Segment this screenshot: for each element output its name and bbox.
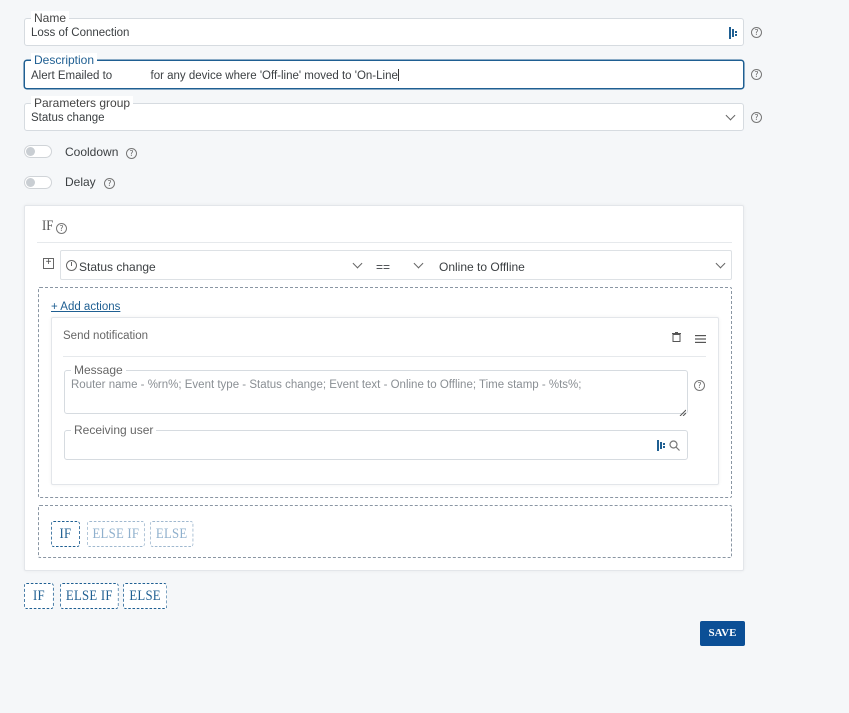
- chevron-down-icon: [352, 258, 363, 269]
- inner-else-if-button[interactable]: ELSE IF: [87, 521, 145, 547]
- parameters-group-help-icon[interactable]: ?: [751, 112, 762, 123]
- parameters-group-select[interactable]: Parameters group Status change: [24, 96, 744, 131]
- toggle-knob: [26, 147, 35, 156]
- actions-container: + Add actions Send notification Message …: [38, 287, 732, 498]
- operator-select[interactable]: ==: [376, 260, 390, 274]
- chevron-down-icon: [725, 110, 736, 121]
- message-textarea[interactable]: Message Router name - %rn%; Event type -…: [64, 363, 688, 417]
- description-help-icon[interactable]: ?: [751, 69, 762, 80]
- variables-icon[interactable]: [729, 27, 739, 39]
- delay-label: Delay: [65, 175, 96, 189]
- outer-else-button[interactable]: ELSE: [123, 583, 168, 609]
- message-label: Message: [71, 363, 126, 377]
- condition-title: IF: [42, 218, 54, 234]
- cooldown-help-icon[interactable]: ?: [126, 148, 137, 159]
- variables-icon[interactable]: [657, 440, 666, 451]
- name-value: Loss of Connection: [31, 27, 130, 39]
- name-label: Name: [31, 11, 70, 25]
- expand-icon[interactable]: +: [43, 258, 54, 269]
- send-notification-card: Send notification Message Router name - …: [51, 317, 719, 485]
- parameters-group-label: Parameters group: [31, 96, 134, 110]
- description-field[interactable]: Description Alert Emailed to for any dev…: [24, 53, 744, 89]
- message-placeholder: Router name - %rn%; Event type - Status …: [71, 379, 582, 391]
- resize-handle-icon[interactable]: [679, 405, 687, 417]
- cooldown-toggle[interactable]: [24, 145, 52, 158]
- save-button[interactable]: SAVE: [700, 621, 745, 646]
- inner-branch-container: IF ELSE IF ELSE: [38, 505, 732, 558]
- inner-if-button[interactable]: IF: [51, 521, 80, 547]
- cooldown-label: Cooldown: [65, 145, 119, 159]
- menu-icon[interactable]: [695, 332, 706, 343]
- name-help-icon[interactable]: ?: [751, 27, 762, 38]
- description-value: Alert Emailed to for any device where 'O…: [31, 69, 399, 82]
- value-select[interactable]: Online to Offline: [439, 260, 525, 274]
- outer-else-if-button[interactable]: ELSE IF: [60, 583, 119, 609]
- add-actions-link[interactable]: + Add actions: [51, 301, 120, 313]
- search-icon[interactable]: [669, 440, 680, 451]
- divider: [63, 356, 706, 357]
- condition-card: IF ? + Status change == Online to Offlin…: [24, 205, 744, 571]
- outer-if-button[interactable]: IF: [24, 583, 54, 609]
- clock-icon: [66, 260, 77, 271]
- chevron-down-icon: [413, 258, 424, 269]
- chevron-down-icon: [715, 258, 726, 269]
- divider: [37, 242, 732, 243]
- trash-icon[interactable]: [672, 331, 681, 342]
- delay-toggle[interactable]: [24, 176, 52, 189]
- receiving-user-label: Receiving user: [71, 423, 157, 437]
- name-field[interactable]: Name Loss of Connection: [24, 11, 744, 46]
- condition-row: Status change == Online to Offline: [60, 250, 732, 280]
- action-title: Send notification: [63, 330, 149, 342]
- condition-help-icon[interactable]: ?: [56, 223, 67, 234]
- description-label: Description: [31, 53, 98, 67]
- message-help-icon[interactable]: ?: [694, 380, 705, 391]
- parameter-select[interactable]: Status change: [79, 260, 156, 274]
- toggle-knob: [26, 178, 35, 187]
- parameters-group-value: Status change: [31, 112, 105, 124]
- receiving-user-field[interactable]: Receiving user: [64, 423, 688, 460]
- inner-else-button[interactable]: ELSE: [150, 521, 194, 547]
- delay-help-icon[interactable]: ?: [104, 178, 115, 189]
